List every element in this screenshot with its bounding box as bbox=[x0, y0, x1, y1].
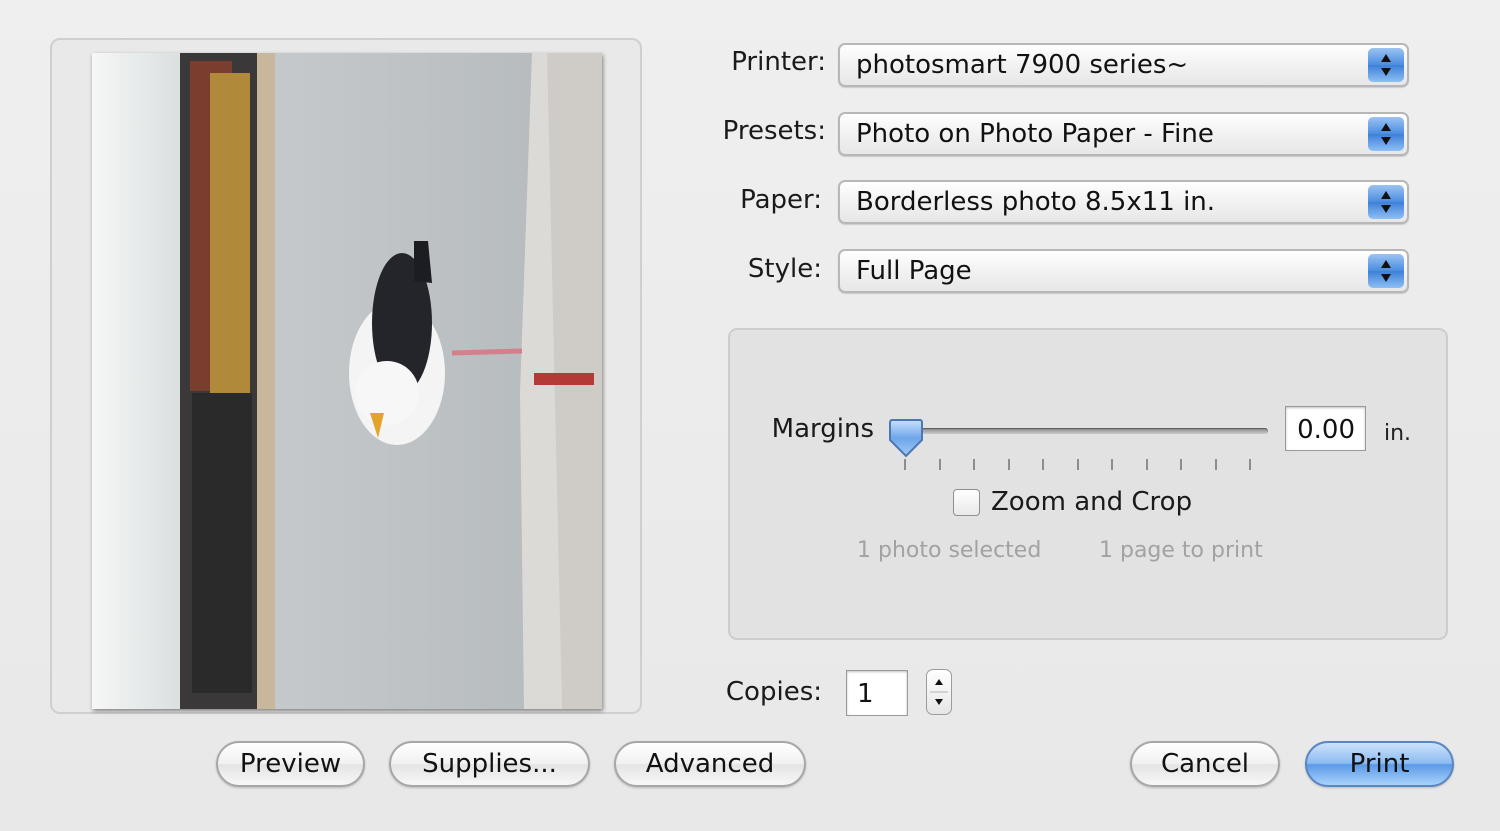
margins-slider-track[interactable] bbox=[902, 428, 1268, 434]
slider-tick bbox=[1008, 459, 1010, 470]
paper-value: Borderless photo 8.5x11 in. bbox=[856, 187, 1216, 217]
stepper-arrows-icon bbox=[930, 679, 948, 705]
margins-unit: in. bbox=[1384, 421, 1412, 446]
popup-arrows-icon bbox=[1368, 48, 1404, 82]
slider-tick bbox=[1180, 459, 1182, 470]
slider-tick bbox=[939, 459, 941, 470]
supplies-button[interactable]: Supplies... bbox=[389, 741, 590, 787]
presets-popup[interactable]: Photo on Photo Paper - Fine bbox=[838, 112, 1409, 156]
copies-label: Copies: bbox=[725, 677, 822, 707]
print-dialog: Printer: photosmart 7900 series~ Presets… bbox=[0, 0, 1500, 831]
photo-preview-thumbnail bbox=[92, 53, 602, 709]
paper-popup[interactable]: Borderless photo 8.5x11 in. bbox=[838, 180, 1409, 224]
cancel-button[interactable]: Cancel bbox=[1130, 741, 1280, 787]
slider-tick bbox=[1146, 459, 1148, 470]
presets-value: Photo on Photo Paper - Fine bbox=[856, 119, 1214, 149]
margins-label: Margins bbox=[771, 414, 874, 444]
popup-arrows-icon bbox=[1368, 254, 1404, 288]
copies-stepper[interactable] bbox=[926, 669, 952, 715]
slider-tick bbox=[1111, 459, 1113, 470]
style-popup[interactable]: Full Page bbox=[838, 249, 1409, 293]
printer-popup[interactable]: photosmart 7900 series~ bbox=[838, 43, 1409, 87]
margins-value-field[interactable]: 0.00 bbox=[1285, 406, 1366, 451]
paper-label: Paper: bbox=[740, 185, 822, 215]
style-label: Style: bbox=[747, 254, 822, 284]
popup-arrows-icon bbox=[1368, 117, 1404, 151]
printer-label: Printer: bbox=[731, 47, 826, 77]
layout-options-box bbox=[728, 328, 1448, 640]
slider-tick bbox=[1077, 459, 1079, 470]
slider-tick bbox=[973, 459, 975, 470]
popup-arrows-icon bbox=[1368, 185, 1404, 219]
margins-slider-knob[interactable] bbox=[888, 418, 924, 464]
slider-tick bbox=[1042, 459, 1044, 470]
zoom-crop-label: Zoom and Crop bbox=[991, 487, 1193, 517]
photos-selected-text: 1 photo selected bbox=[857, 538, 1042, 563]
style-value: Full Page bbox=[856, 256, 972, 286]
printer-value: photosmart 7900 series~ bbox=[856, 50, 1189, 80]
presets-label: Presets: bbox=[722, 116, 826, 146]
advanced-button[interactable]: Advanced bbox=[614, 741, 806, 787]
print-button[interactable]: Print bbox=[1305, 741, 1454, 787]
zoom-crop-checkbox[interactable] bbox=[953, 489, 980, 516]
slider-tick bbox=[1215, 459, 1217, 470]
slider-tick bbox=[1249, 459, 1251, 470]
preview-button[interactable]: Preview bbox=[216, 741, 365, 787]
pages-to-print-text: 1 page to print bbox=[1099, 538, 1263, 563]
copies-input[interactable]: 1 bbox=[846, 670, 908, 716]
